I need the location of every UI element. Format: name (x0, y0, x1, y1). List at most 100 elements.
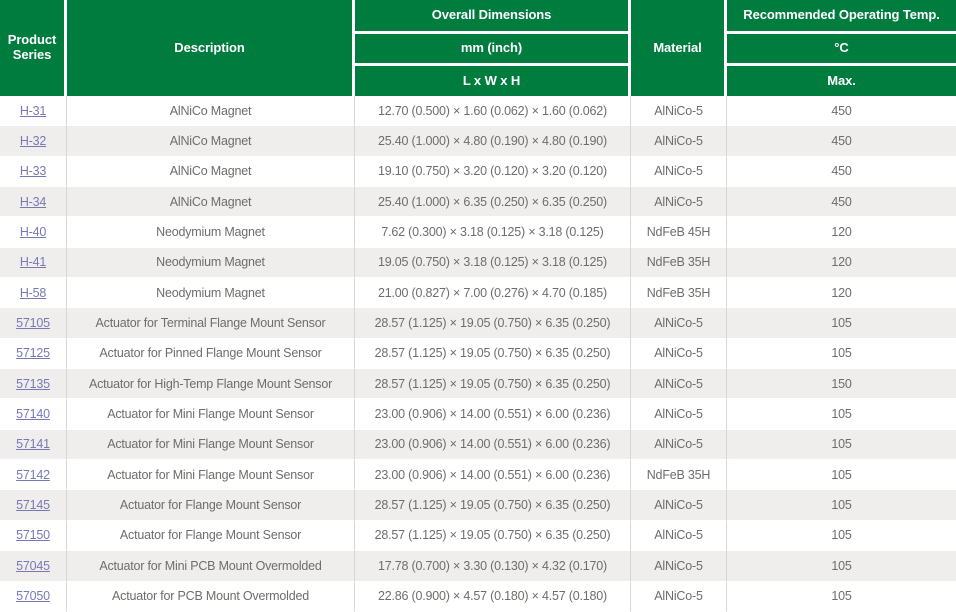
table-row: 57141 Actuator for Mini Flange Mount Sen… (0, 430, 956, 460)
description-cell: Neodymium Magnet (67, 217, 355, 247)
material-cell: NdFeB 35H (631, 248, 727, 278)
header-mm-inch: mm (inch) (355, 34, 631, 66)
material-cell: AlNiCo-5 (631, 399, 727, 429)
temp-cell: 150 (727, 369, 956, 399)
table-row: H-32 AlNiCo Magnet 25.40 (1.000) × 4.80 … (0, 126, 956, 156)
description-cell: Actuator for Flange Mount Sensor (67, 490, 355, 520)
product-series-link[interactable]: 57142 (16, 468, 50, 482)
dimensions-cell: 22.86 (0.900) × 4.57 (0.180) × 4.57 (0.1… (355, 582, 631, 612)
temp-cell: 105 (727, 490, 956, 520)
description-cell: Actuator for Mini Flange Mount Sensor (67, 399, 355, 429)
dimensions-cell: 25.40 (1.000) × 6.35 (0.250) × 6.35 (0.2… (355, 187, 631, 217)
material-cell: NdFeB 35H (631, 460, 727, 490)
table-row: H-41 Neodymium Magnet 19.05 (0.750) × 3.… (0, 248, 956, 278)
table-row: 57140 Actuator for Mini Flange Mount Sen… (0, 399, 956, 429)
temp-cell: 450 (727, 187, 956, 217)
material-cell: AlNiCo-5 (631, 582, 727, 612)
product-series-link[interactable]: 57045 (16, 559, 50, 573)
header-max: Max. (727, 66, 956, 96)
table-row: H-33 AlNiCo Magnet 19.10 (0.750) × 3.20 … (0, 157, 956, 187)
product-series-cell: 57135 (0, 369, 67, 399)
product-series-link[interactable]: 57105 (16, 316, 50, 330)
table-row: 57045 Actuator for Mini PCB Mount Overmo… (0, 551, 956, 581)
temp-cell: 120 (727, 217, 956, 247)
material-cell: AlNiCo-5 (631, 126, 727, 156)
product-series-cell: 57125 (0, 339, 67, 369)
product-series-link[interactable]: 57125 (16, 346, 50, 360)
dimensions-cell: 23.00 (0.906) × 14.00 (0.551) × 6.00 (0.… (355, 399, 631, 429)
product-series-link[interactable]: 57150 (16, 528, 50, 542)
header-description: Description (67, 0, 355, 96)
material-cell: AlNiCo-5 (631, 187, 727, 217)
header-recommended-operating-temp: Recommended Operating Temp. (727, 0, 956, 34)
product-series-link[interactable]: 57135 (16, 377, 50, 391)
product-series-link[interactable]: H-33 (20, 164, 46, 178)
temp-cell: 105 (727, 521, 956, 551)
material-cell: AlNiCo-5 (631, 96, 727, 126)
dimensions-cell: 17.78 (0.700) × 3.30 (0.130) × 4.32 (0.1… (355, 551, 631, 581)
material-cell: AlNiCo-5 (631, 430, 727, 460)
product-series-link[interactable]: H-41 (20, 255, 46, 269)
product-spec-table: Product Series Description Overall Dimen… (0, 0, 956, 612)
table-row: H-34 AlNiCo Magnet 25.40 (1.000) × 6.35 … (0, 187, 956, 217)
dimensions-cell: 28.57 (1.125) × 19.05 (0.750) × 6.35 (0.… (355, 369, 631, 399)
table-row: H-58 Neodymium Magnet 21.00 (0.827) × 7.… (0, 278, 956, 308)
description-cell: Neodymium Magnet (67, 278, 355, 308)
product-series-cell: 57142 (0, 460, 67, 490)
header-celsius: °C (727, 34, 956, 66)
description-cell: Actuator for Mini Flange Mount Sensor (67, 460, 355, 490)
product-series-cell: H-32 (0, 126, 67, 156)
description-cell: Neodymium Magnet (67, 248, 355, 278)
table-body: H-31 AlNiCo Magnet 12.70 (0.500) × 1.60 … (0, 96, 956, 612)
dimensions-cell: 23.00 (0.906) × 14.00 (0.551) × 6.00 (0.… (355, 460, 631, 490)
dimensions-cell: 25.40 (1.000) × 4.80 (0.190) × 4.80 (0.1… (355, 126, 631, 156)
product-series-link[interactable]: H-32 (20, 134, 46, 148)
header-product-series: Product Series (0, 0, 67, 96)
dimensions-cell: 19.05 (0.750) × 3.18 (0.125) × 3.18 (0.1… (355, 248, 631, 278)
product-series-link[interactable]: 57050 (16, 589, 50, 603)
dimensions-cell: 23.00 (0.906) × 14.00 (0.551) × 6.00 (0.… (355, 430, 631, 460)
dimensions-cell: 7.62 (0.300) × 3.18 (0.125) × 3.18 (0.12… (355, 217, 631, 247)
product-series-link[interactable]: H-58 (20, 286, 46, 300)
product-series-cell: 57141 (0, 430, 67, 460)
temp-cell: 120 (727, 278, 956, 308)
temp-cell: 105 (727, 399, 956, 429)
product-series-link[interactable]: H-31 (20, 104, 46, 118)
product-series-link[interactable]: 57145 (16, 498, 50, 512)
header-overall-dimensions: Overall Dimensions (355, 0, 631, 34)
description-cell: Actuator for PCB Mount Overmolded (67, 582, 355, 612)
temp-cell: 105 (727, 582, 956, 612)
product-series-cell: H-41 (0, 248, 67, 278)
table-row: 57135 Actuator for High-Temp Flange Moun… (0, 369, 956, 399)
temp-cell: 450 (727, 126, 956, 156)
table-header: Product Series Description Overall Dimen… (0, 0, 956, 96)
description-cell: Actuator for Pinned Flange Mount Sensor (67, 339, 355, 369)
product-series-link[interactable]: 57140 (16, 407, 50, 421)
product-series-link[interactable]: 57141 (16, 437, 50, 451)
product-series-link[interactable]: H-34 (20, 195, 46, 209)
product-series-cell: H-33 (0, 157, 67, 187)
product-series-cell: H-58 (0, 278, 67, 308)
description-cell: AlNiCo Magnet (67, 96, 355, 126)
product-series-cell: H-34 (0, 187, 67, 217)
dimensions-cell: 28.57 (1.125) × 19.05 (0.750) × 6.35 (0.… (355, 308, 631, 338)
table-row: H-31 AlNiCo Magnet 12.70 (0.500) × 1.60 … (0, 96, 956, 126)
temp-cell: 105 (727, 430, 956, 460)
header-material: Material (631, 0, 727, 96)
header-lwh: L x W x H (355, 66, 631, 96)
product-series-link[interactable]: H-40 (20, 225, 46, 239)
product-series-cell: 57105 (0, 308, 67, 338)
description-cell: AlNiCo Magnet (67, 126, 355, 156)
temp-cell: 105 (727, 308, 956, 338)
description-cell: AlNiCo Magnet (67, 187, 355, 217)
material-cell: NdFeB 45H (631, 217, 727, 247)
product-series-cell: 57150 (0, 521, 67, 551)
dimensions-cell: 28.57 (1.125) × 19.05 (0.750) × 6.35 (0.… (355, 521, 631, 551)
material-cell: NdFeB 35H (631, 278, 727, 308)
material-cell: AlNiCo-5 (631, 339, 727, 369)
temp-cell: 105 (727, 551, 956, 581)
dimensions-cell: 12.70 (0.500) × 1.60 (0.062) × 1.60 (0.0… (355, 96, 631, 126)
description-cell: Actuator for Mini PCB Mount Overmolded (67, 551, 355, 581)
description-cell: AlNiCo Magnet (67, 157, 355, 187)
temp-cell: 105 (727, 460, 956, 490)
